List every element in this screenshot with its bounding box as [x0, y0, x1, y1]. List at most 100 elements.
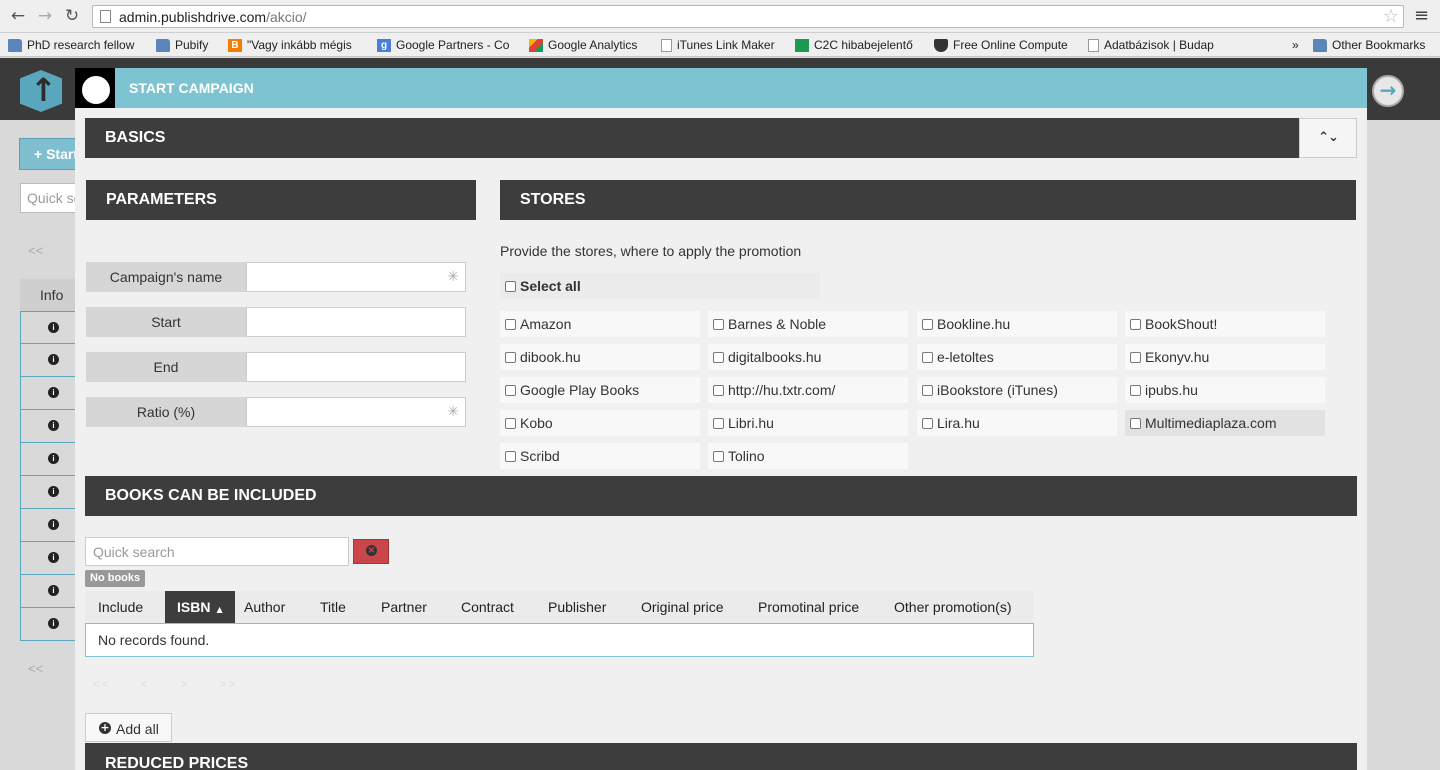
- start-date-input[interactable]: [246, 307, 466, 337]
- store-checkbox-dibook[interactable]: dibook.hu: [500, 344, 700, 370]
- info-icon[interactable]: i: [48, 486, 59, 497]
- store-checkbox-tolino[interactable]: Tolino: [708, 443, 908, 469]
- column-author[interactable]: Author: [244, 591, 285, 623]
- info-icon[interactable]: i: [48, 453, 59, 464]
- table-row[interactable]: i: [20, 311, 80, 344]
- close-icon[interactable]: [75, 68, 115, 108]
- menu-icon[interactable]: ≡: [1414, 6, 1430, 26]
- checkbox-icon[interactable]: [713, 450, 724, 462]
- table-row[interactable]: i: [20, 443, 80, 476]
- table-row[interactable]: i: [20, 575, 80, 608]
- checkbox-icon[interactable]: [505, 450, 516, 462]
- store-checkbox-multimediaplaza[interactable]: Multimediaplaza.com: [1125, 410, 1325, 436]
- checkbox-icon[interactable]: [1130, 417, 1141, 429]
- address-bar[interactable]: admin.publishdrive.com/akcio/ ☆: [92, 5, 1404, 28]
- arrow-right-icon[interactable]: →: [1372, 75, 1404, 107]
- bg-search-input[interactable]: Quick search: [20, 183, 80, 213]
- info-icon[interactable]: i: [48, 519, 59, 530]
- checkbox-icon[interactable]: [1130, 384, 1141, 396]
- checkbox-icon[interactable]: [713, 351, 724, 363]
- table-row[interactable]: i: [20, 542, 80, 575]
- store-checkbox-bookline[interactable]: Bookline.hu: [917, 311, 1117, 337]
- table-row[interactable]: i: [20, 476, 80, 509]
- bookmark-item[interactable]: Free Online Compute: [934, 37, 1074, 53]
- bookmark-item[interactable]: Other Bookmarks: [1313, 37, 1437, 53]
- info-icon[interactable]: i: [48, 552, 59, 563]
- store-checkbox-barnes-noble[interactable]: Barnes & Noble: [708, 311, 908, 337]
- bookmark-star-icon[interactable]: ☆: [1383, 6, 1399, 27]
- pager-last[interactable]: >>: [219, 677, 237, 691]
- select-all-checkbox[interactable]: Select all: [500, 273, 820, 299]
- bg-pager-bottom[interactable]: <<: [28, 661, 43, 676]
- store-checkbox-e-letoltes[interactable]: e-letoltes: [917, 344, 1117, 370]
- checkbox-icon[interactable]: [713, 417, 724, 429]
- checkbox-icon[interactable]: [922, 384, 933, 396]
- store-checkbox-google-play[interactable]: Google Play Books: [500, 377, 700, 403]
- end-date-input[interactable]: [246, 352, 466, 382]
- info-icon[interactable]: i: [48, 585, 59, 596]
- add-all-button[interactable]: + Add all: [85, 713, 172, 742]
- store-checkbox-ibookstore[interactable]: iBookstore (iTunes): [917, 377, 1117, 403]
- column-other-promotions[interactable]: Other promotion(s): [894, 591, 1011, 623]
- bookmark-item[interactable]: g Google Partners - Co: [377, 37, 517, 53]
- info-icon[interactable]: i: [48, 322, 59, 333]
- table-row[interactable]: i: [20, 509, 80, 542]
- bookmark-item[interactable]: B "Vagy inkább mégis: [228, 37, 368, 53]
- reload-icon[interactable]: ↻: [62, 6, 82, 26]
- column-publisher[interactable]: Publisher: [548, 591, 606, 623]
- bookmark-item[interactable]: PhD research fellow: [8, 37, 148, 53]
- checkbox-icon[interactable]: [505, 351, 516, 363]
- store-checkbox-libri[interactable]: Libri.hu: [708, 410, 908, 436]
- column-partner[interactable]: Partner: [381, 591, 427, 623]
- collapse-toggle-icon[interactable]: ⌃⌄: [1299, 118, 1357, 158]
- checkbox-icon[interactable]: [922, 351, 933, 363]
- info-icon[interactable]: i: [48, 618, 59, 629]
- pager-next[interactable]: >: [180, 677, 189, 691]
- column-isbn[interactable]: ISBN ▲: [165, 591, 235, 623]
- info-icon[interactable]: i: [48, 354, 59, 365]
- bookmark-item[interactable]: C2C hibabejelentő: [795, 37, 925, 53]
- checkbox-icon[interactable]: [713, 384, 724, 396]
- bookmark-item[interactable]: iTunes Link Maker: [661, 37, 785, 53]
- store-checkbox-ekonyv[interactable]: Ekonyv.hu: [1125, 344, 1325, 370]
- column-contract[interactable]: Contract: [461, 591, 514, 623]
- table-row[interactable]: i: [20, 410, 80, 443]
- info-icon[interactable]: i: [48, 420, 59, 431]
- checkbox-icon[interactable]: [505, 417, 516, 429]
- pager-prev[interactable]: <: [141, 677, 150, 691]
- bookmark-item[interactable]: Google Analytics: [529, 37, 653, 53]
- column-include[interactable]: Include: [98, 591, 143, 623]
- bookmark-item[interactable]: Adatbázisok | Budap: [1088, 37, 1220, 53]
- checkbox-icon[interactable]: [1130, 318, 1141, 330]
- campaign-name-input[interactable]: ✳: [246, 262, 466, 292]
- start-campaign-button[interactable]: + Start: [19, 138, 79, 170]
- forward-icon[interactable]: →: [35, 6, 55, 26]
- ratio-input[interactable]: ✳: [246, 397, 466, 427]
- store-checkbox-scribd[interactable]: Scribd: [500, 443, 700, 469]
- bookmark-item[interactable]: Pubify: [156, 37, 222, 53]
- books-search-input[interactable]: Quick search: [85, 537, 349, 566]
- bookmarks-overflow[interactable]: »: [1292, 37, 1306, 53]
- table-row[interactable]: i: [20, 608, 80, 641]
- store-checkbox-digitalbooks[interactable]: digitalbooks.hu: [708, 344, 908, 370]
- checkbox-icon[interactable]: [922, 318, 933, 330]
- store-checkbox-txtr[interactable]: http://hu.txtr.com/: [708, 377, 908, 403]
- checkbox-icon[interactable]: [505, 384, 516, 396]
- column-original-price[interactable]: Original price: [641, 591, 723, 623]
- info-icon[interactable]: i: [48, 387, 59, 398]
- table-row[interactable]: i: [20, 344, 80, 377]
- store-checkbox-kobo[interactable]: Kobo: [500, 410, 700, 436]
- pager-first[interactable]: <<: [93, 677, 111, 691]
- checkbox-icon[interactable]: [1130, 351, 1141, 363]
- checkbox-icon[interactable]: [922, 417, 933, 429]
- back-icon[interactable]: ←: [8, 6, 28, 26]
- bg-pager[interactable]: <<: [28, 243, 43, 258]
- store-checkbox-ipubs[interactable]: ipubs.hu: [1125, 377, 1325, 403]
- checkbox-icon[interactable]: [505, 318, 516, 330]
- checkbox-icon[interactable]: [505, 280, 516, 292]
- clear-search-button[interactable]: [353, 539, 389, 564]
- store-checkbox-lira[interactable]: Lira.hu: [917, 410, 1117, 436]
- column-title[interactable]: Title: [320, 591, 346, 623]
- column-promotional-price[interactable]: Promotinal price: [758, 591, 859, 623]
- store-checkbox-bookshout[interactable]: BookShout!: [1125, 311, 1325, 337]
